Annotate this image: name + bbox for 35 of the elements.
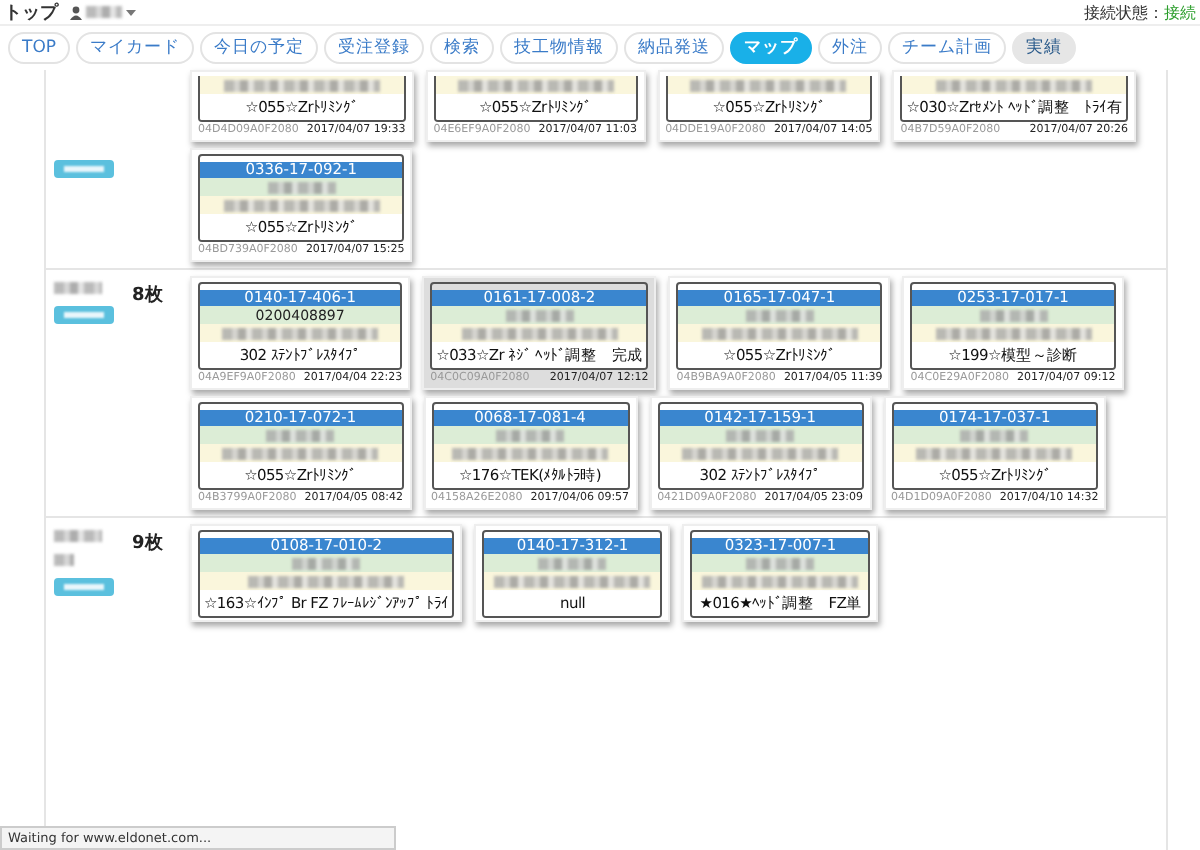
nav-tab[interactable]: 今日の予定: [200, 32, 319, 64]
blurred-text: [726, 429, 795, 441]
blurred-text: [292, 557, 361, 569]
blurred-text: [267, 181, 336, 193]
blurred-text: [86, 6, 122, 18]
status-tag: [54, 306, 114, 324]
nav-tab[interactable]: 外注: [818, 32, 883, 64]
blurred-text: [496, 429, 565, 441]
status-tag: [54, 578, 114, 596]
nav-tab[interactable]: 納品発送: [624, 32, 725, 64]
blurred-text: [505, 309, 574, 321]
caret-icon[interactable]: [126, 9, 136, 15]
blurred-text: [538, 557, 607, 569]
status-label: 接続状態：: [1084, 1, 1164, 23]
nav-tab[interactable]: チーム計画: [888, 32, 1007, 64]
blurred-text: [960, 429, 1029, 441]
nav-tab[interactable]: TOP: [8, 32, 71, 64]
status-value: 接続: [1164, 1, 1196, 23]
user-icon: [70, 5, 82, 19]
nav-tab[interactable]: 受注登録: [324, 32, 425, 64]
page-title: トップ: [4, 0, 58, 25]
card-count: 9枚: [132, 534, 163, 554]
blurred-text: [54, 530, 102, 542]
blurred-text: [54, 554, 74, 566]
blurred-text: [745, 309, 814, 321]
nav-tab[interactable]: 技工物情報: [500, 32, 619, 64]
card-count: 8枚: [132, 286, 163, 306]
blurred-text: [746, 557, 815, 569]
nav-tab[interactable]: 検索: [430, 32, 495, 64]
nav-tab[interactable]: マイカード: [76, 32, 195, 64]
blurred-text: [979, 309, 1048, 321]
blurred-text: [266, 429, 335, 441]
nav-tab[interactable]: 実績: [1012, 32, 1077, 64]
blurred-text: [54, 282, 102, 294]
status-tag: [54, 160, 114, 178]
